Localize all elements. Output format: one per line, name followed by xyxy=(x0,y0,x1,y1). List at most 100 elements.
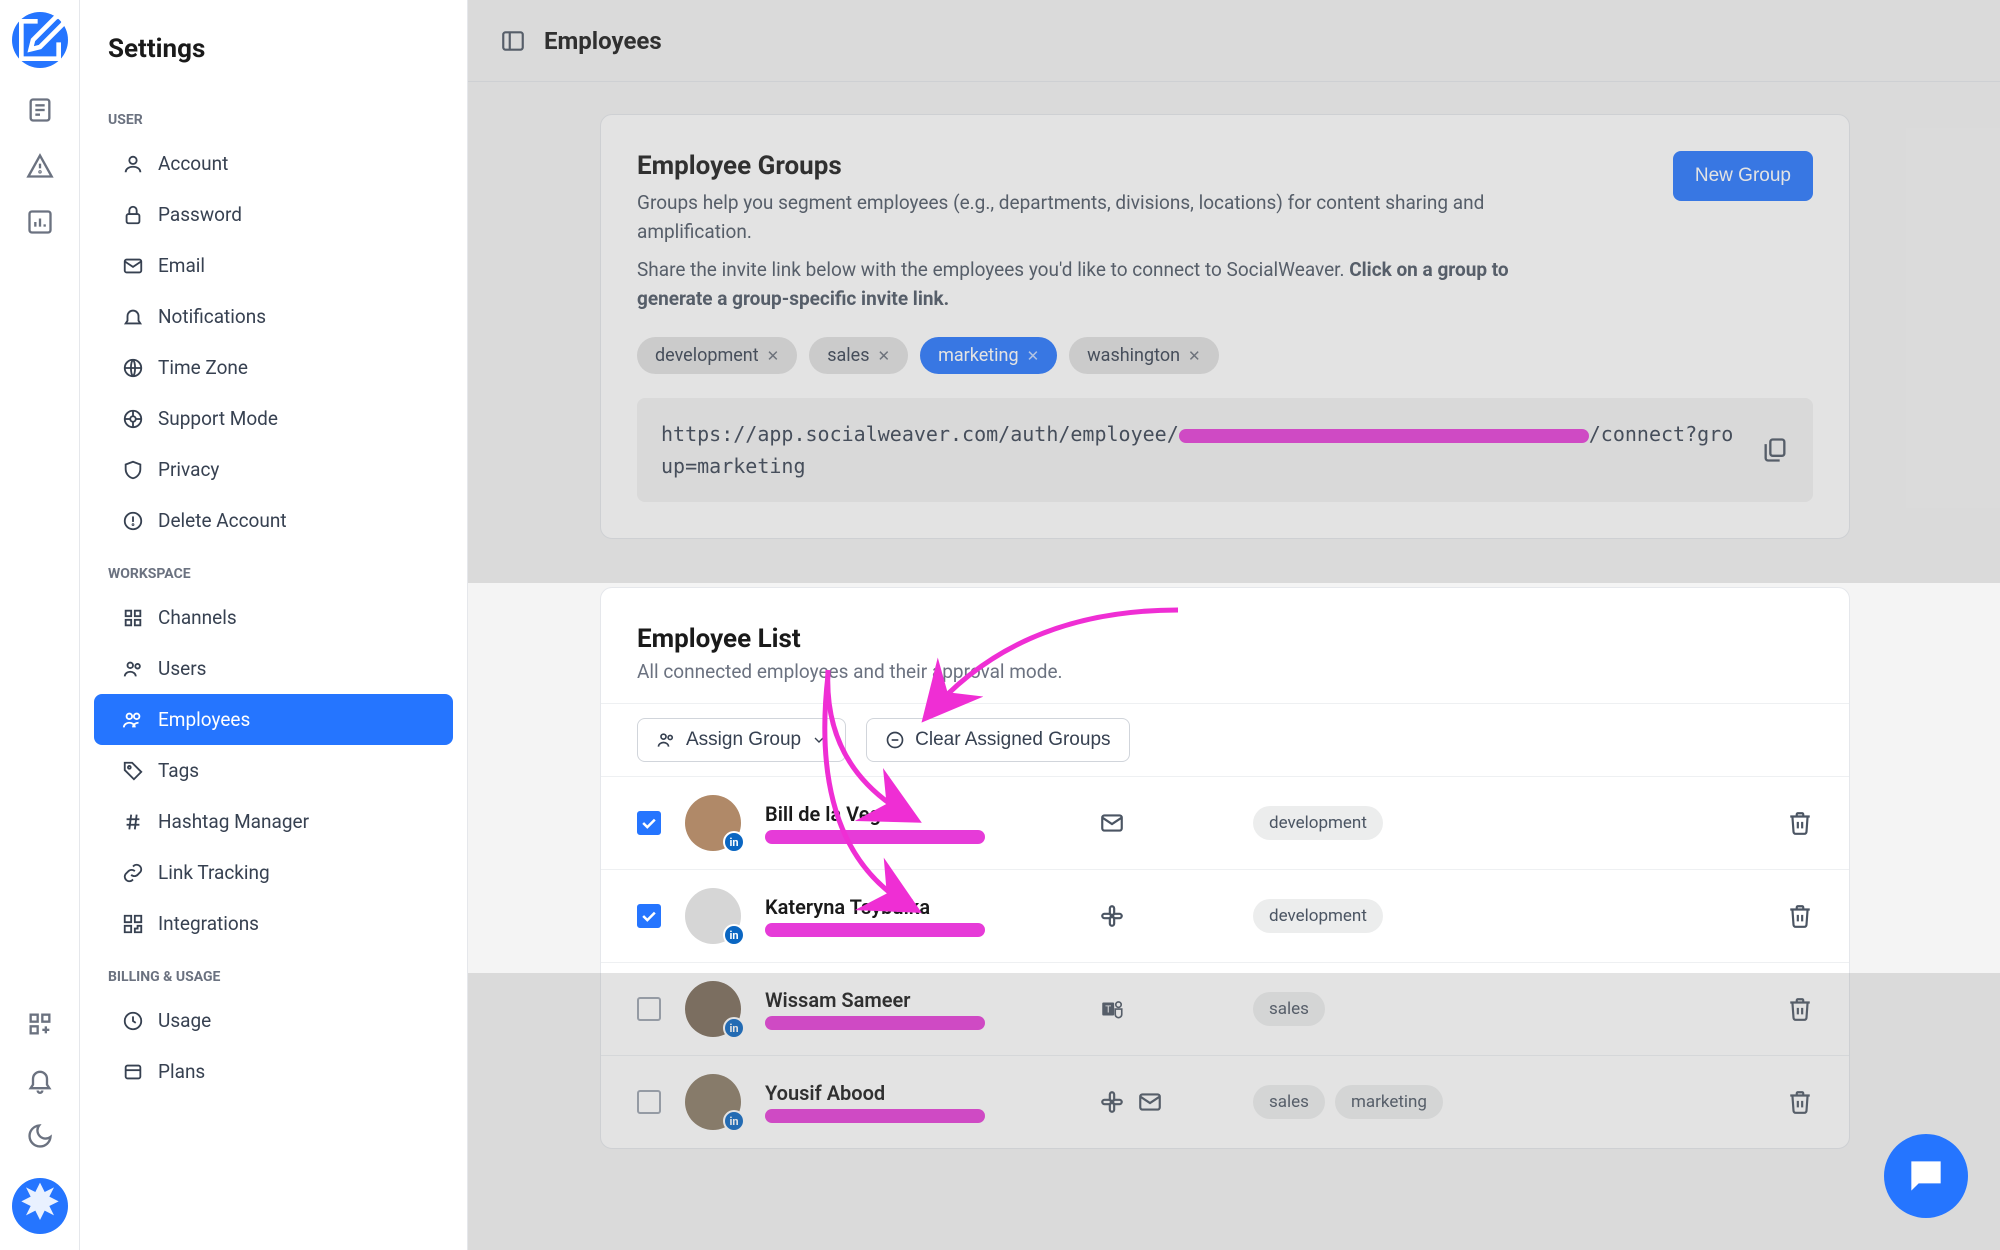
employee-channels xyxy=(1099,903,1229,929)
clear-groups-button[interactable]: Clear Assigned Groups xyxy=(866,718,1129,762)
nav-tags[interactable]: Tags xyxy=(94,745,453,796)
chip-remove-icon[interactable]: ✕ xyxy=(1188,347,1201,365)
edit-icon xyxy=(12,12,68,68)
groups-description: Groups help you segment employees (e.g.,… xyxy=(637,189,1537,246)
nav-label: Email xyxy=(158,254,205,277)
nav-time-zone[interactable]: Time Zone xyxy=(94,342,453,393)
nav-privacy[interactable]: Privacy xyxy=(94,444,453,495)
row-checkbox[interactable] xyxy=(637,811,661,835)
linkedin-badge-icon: in xyxy=(723,831,745,853)
alerts-icon[interactable] xyxy=(26,152,54,180)
group-chip-marketing[interactable]: marketing ✕ xyxy=(920,337,1057,374)
nav-usage[interactable]: Usage xyxy=(94,995,453,1046)
settings-sidebar: Settings USER Account Password Email Notifi… xyxy=(80,0,468,1250)
apps-icon[interactable] xyxy=(26,1010,54,1038)
nav-users[interactable]: Users xyxy=(94,643,453,694)
group-chips: development✕sales✕marketing✕washington✕ xyxy=(637,337,1813,374)
nav-employees[interactable]: Employees xyxy=(94,694,453,745)
nav-label: Tags xyxy=(158,759,199,782)
delete-employee-button[interactable] xyxy=(1787,996,1813,1022)
row-checkbox[interactable] xyxy=(637,904,661,928)
avatar: in xyxy=(685,981,741,1037)
assign-group-button[interactable]: Assign Group xyxy=(637,718,846,762)
chip-remove-icon[interactable]: ✕ xyxy=(1027,347,1040,365)
employee-tag: sales xyxy=(1253,1085,1325,1119)
employee-detail-redacted xyxy=(765,1109,985,1123)
section-user: USER xyxy=(80,92,467,138)
slack-icon xyxy=(1099,903,1125,929)
nav-label: Employees xyxy=(158,708,250,731)
delete-employee-button[interactable] xyxy=(1787,903,1813,929)
nav-label: Notifications xyxy=(158,305,266,328)
posts-icon[interactable] xyxy=(26,96,54,124)
chip-remove-icon[interactable]: ✕ xyxy=(767,347,780,365)
employee-tag: development xyxy=(1253,806,1383,840)
chip-label: marketing xyxy=(938,345,1018,366)
nav-icon xyxy=(122,510,144,532)
nav-label: Delete Account xyxy=(158,509,287,532)
chip-remove-icon[interactable]: ✕ xyxy=(878,347,891,365)
nav-label: Users xyxy=(158,657,206,680)
nav-label: Usage xyxy=(158,1009,211,1032)
nav-icon xyxy=(122,913,144,935)
sidebar-title: Settings xyxy=(80,24,467,92)
row-checkbox[interactable] xyxy=(637,997,661,1021)
group-chip-sales[interactable]: sales ✕ xyxy=(809,337,908,374)
employee-row: inKateryna Tsybulkadevelopment xyxy=(601,870,1849,963)
employee-tags: development xyxy=(1253,806,1763,840)
group-icon xyxy=(656,730,676,750)
linkedin-badge-icon: in xyxy=(723,1017,745,1039)
nav-channels[interactable]: Channels xyxy=(94,592,453,643)
nav-hashtag-manager[interactable]: Hashtag Manager xyxy=(94,796,453,847)
mail-icon xyxy=(1137,1089,1163,1115)
topbar: Employees xyxy=(468,0,2000,82)
nav-icon xyxy=(122,1010,144,1032)
employee-groups-card: Employee Groups Groups help you segment … xyxy=(600,114,1850,539)
nav-icon xyxy=(122,459,144,481)
nav-label: Password xyxy=(158,203,242,226)
app-logo[interactable] xyxy=(12,1178,68,1234)
teams-icon: T xyxy=(1099,996,1125,1022)
employee-detail-redacted xyxy=(765,830,985,844)
nav-link-tracking[interactable]: Link Tracking xyxy=(94,847,453,898)
delete-employee-button[interactable] xyxy=(1787,810,1813,836)
employee-list-card: Employee List All connected employees an… xyxy=(600,587,1850,1149)
employee-row: inYousif Aboodsalesmarketing xyxy=(601,1056,1849,1148)
employee-detail-redacted xyxy=(765,923,985,937)
row-checkbox[interactable] xyxy=(637,1090,661,1114)
compose-button[interactable] xyxy=(12,12,68,68)
nav-password[interactable]: Password xyxy=(94,189,453,240)
nav-icon xyxy=(122,862,144,884)
copy-link-icon[interactable] xyxy=(1761,436,1789,464)
delete-employee-button[interactable] xyxy=(1787,1089,1813,1115)
group-chip-washington[interactable]: washington✕ xyxy=(1069,337,1218,374)
moon-icon[interactable] xyxy=(26,1122,54,1150)
employee-tags: sales marketing xyxy=(1253,1085,1763,1119)
nav-account[interactable]: Account xyxy=(94,138,453,189)
nav-icon xyxy=(122,1061,144,1083)
invite-link-box: https://app.socialweaver.com/auth/employ… xyxy=(637,398,1813,502)
bell-icon[interactable] xyxy=(26,1066,54,1094)
minus-circle-icon xyxy=(885,730,905,750)
nav-delete-account[interactable]: Delete Account xyxy=(94,495,453,546)
group-chip-development[interactable]: development✕ xyxy=(637,337,797,374)
panel-toggle-icon[interactable] xyxy=(500,28,526,54)
new-group-button[interactable]: New Group xyxy=(1673,151,1813,201)
avatar: in xyxy=(685,1074,741,1130)
chat-fab[interactable] xyxy=(1884,1134,1968,1218)
avatar: in xyxy=(685,888,741,944)
nav-integrations[interactable]: Integrations xyxy=(94,898,453,949)
nav-support-mode[interactable]: Support Mode xyxy=(94,393,453,444)
employee-tag: marketing xyxy=(1335,1085,1443,1119)
employee-tags: sales xyxy=(1253,992,1763,1026)
nav-icon xyxy=(122,760,144,782)
employee-name: Kateryna Tsybulka xyxy=(765,895,1075,919)
analytics-icon[interactable] xyxy=(26,208,54,236)
nav-plans[interactable]: Plans xyxy=(94,1046,453,1097)
nav-notifications[interactable]: Notifications xyxy=(94,291,453,342)
employee-row: inWissam SameerTsales xyxy=(601,963,1849,1056)
nav-label: Hashtag Manager xyxy=(158,810,309,833)
chip-label: sales xyxy=(827,345,869,366)
nav-email[interactable]: Email xyxy=(94,240,453,291)
icon-rail xyxy=(0,0,80,1250)
